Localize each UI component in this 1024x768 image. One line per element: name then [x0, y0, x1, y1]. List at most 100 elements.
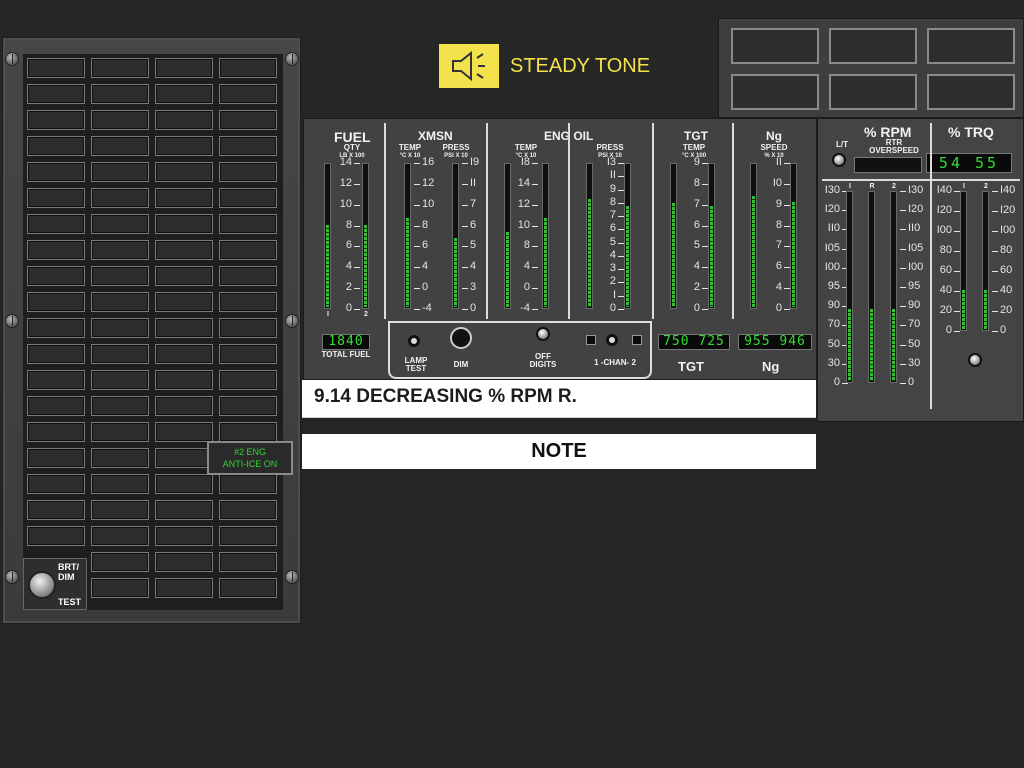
section-divider [384, 123, 386, 319]
ng-bar-1 [750, 163, 757, 309]
caution-legend [27, 370, 85, 390]
indicator-legend [927, 74, 1015, 110]
fuel-scale-tickmark [354, 225, 360, 227]
rpm-scale-left-tick: 90 [827, 299, 840, 312]
eng-oil-temp-sub-1: TEMP [514, 143, 538, 152]
overspeed-label: OVERSPEED [869, 146, 919, 155]
caution-advisory-panel: #2 ENG ANTI-ICE ON BRT/ DIM TEST [2, 37, 301, 624]
fuel-scale-tick: 0 [345, 302, 352, 314]
caution-legend [219, 552, 277, 572]
eng-oil-press-scale-tick: 2 [609, 275, 616, 288]
caution-legend [155, 266, 213, 286]
caution-legend [91, 500, 149, 520]
section-divider [652, 123, 654, 319]
rpm-scale-right-tick: I05 [908, 241, 924, 254]
xmsn-temp-sub-1: TEMP [398, 143, 422, 152]
caution-legend [91, 162, 149, 182]
xmsn-temp-scale-tickmark [414, 246, 420, 248]
rpm-scale-right-tickmark [900, 210, 906, 212]
total-fuel-label: TOTAL FUEL [321, 350, 371, 359]
eng-oil-press-sub-1: PRESS [596, 143, 624, 152]
caution-legend [155, 448, 213, 468]
rpm-scale-left-tick: I20 [824, 203, 840, 216]
caution-legend [219, 84, 277, 104]
rpm-scale-right-tickmark [900, 248, 906, 250]
dim-knob[interactable] [450, 327, 472, 349]
caution-legend [91, 110, 149, 130]
caution-legend [27, 448, 85, 468]
engine-instrument-panel: FUEL QTY LB X 100 XMSN TEMP °C X 10 PRES… [303, 118, 817, 380]
tgt-scale-tick: 5 [693, 239, 700, 252]
eng-oil-press-bar-2-fill [626, 206, 629, 307]
xmsn-temp-scale-tickmark [414, 163, 420, 164]
panel-control-strip: LAMP TEST DIM OFF DIGITS 1 -CHAN- 2 [388, 321, 652, 379]
ng-scale-tickmark [784, 309, 790, 310]
xmsn-press-scale-tickmark [462, 309, 468, 310]
rpm-bar-r-label: R [869, 183, 875, 190]
xmsn-temp-scale-tickmark [414, 225, 420, 227]
screw-icon [285, 52, 299, 66]
trq-scale-right-tick: 0 [1000, 324, 1007, 336]
chan-select-jack[interactable] [606, 334, 618, 346]
rpm-bar-1-label: I [849, 183, 851, 190]
xmsn-temp-scale-tickmark [414, 309, 420, 310]
trq-scale-right-tickmark [992, 191, 998, 192]
xmsn-temp-scale-tick: 16 [422, 156, 435, 168]
tgt-scale-tickmark [702, 309, 708, 310]
speaker-icon[interactable] [439, 44, 499, 88]
rpm-scale-left-tick: 70 [827, 318, 840, 331]
caution-legend [155, 474, 213, 494]
caution-legend [219, 240, 277, 260]
caution-legend [27, 318, 85, 338]
caution-legend [219, 110, 277, 130]
chan-1-lamp [586, 335, 596, 345]
tgt-scale-tick: 9 [693, 156, 700, 168]
eng-oil-temp-scale-tick: 4 [523, 260, 530, 273]
caution-legend [27, 526, 85, 546]
lt-button[interactable] [832, 153, 846, 167]
caution-legend [155, 136, 213, 156]
indicator-legend [927, 28, 1015, 64]
eng-oil-temp-scale-tickmark [532, 309, 538, 310]
lamp-test-button[interactable] [408, 335, 420, 347]
indicator-legend [731, 28, 819, 64]
caution-legend [219, 292, 277, 312]
xmsn-temp-scale-tickmark [414, 288, 420, 290]
xmsn-press-bar-fill [454, 238, 457, 307]
lamp-test-label: LAMP TEST [398, 357, 434, 373]
rpm-bar-2-label: 2 [892, 183, 896, 190]
rpm-bar-2-fill [892, 309, 895, 381]
screw-icon [5, 570, 19, 584]
brt-dim-test-toggle[interactable] [28, 571, 56, 599]
tgt-footer: TGT [678, 359, 704, 374]
digits-toggle-switch[interactable] [536, 327, 550, 341]
rpm-bar-2 [890, 191, 897, 383]
fuel-scale-tickmark [354, 267, 360, 269]
tgt-scale-tick: 7 [693, 197, 700, 210]
rpm-bar-r-fill [870, 309, 873, 381]
fuel-bar-2 [362, 163, 369, 309]
section-divider [568, 123, 570, 319]
caution-legend [91, 552, 149, 572]
trq-scale-left-tick: I40 [936, 184, 952, 196]
caution-legend [91, 344, 149, 364]
trq-scale-left-tick: I20 [936, 204, 952, 216]
rpm-scale-right-tickmark [900, 325, 906, 327]
trq-scale-right-tickmark [992, 291, 998, 292]
eng-oil-temp-bar-1-fill [506, 232, 509, 307]
ng-scale-tick: 8 [775, 218, 782, 231]
trq-test-button[interactable] [968, 353, 982, 367]
eng-oil-temp-scale-tick: 0 [523, 281, 530, 294]
ng-scale-tick: II [775, 156, 782, 168]
trq-scale-right-tick: 40 [1000, 284, 1013, 296]
section-divider [822, 179, 1020, 181]
xmsn-press-scale-tick: 3 [470, 281, 477, 294]
caution-legend [91, 84, 149, 104]
ng-scale-tick: I0 [772, 176, 782, 189]
caution-legend [91, 292, 149, 312]
trq-scale-left-tick: 60 [939, 264, 952, 276]
chan-label: 1 -CHAN- 2 [594, 358, 636, 367]
ng-digital: 955 946 [738, 334, 812, 350]
eng-oil-press-bar-2 [624, 163, 631, 309]
caution-legend [219, 474, 277, 494]
